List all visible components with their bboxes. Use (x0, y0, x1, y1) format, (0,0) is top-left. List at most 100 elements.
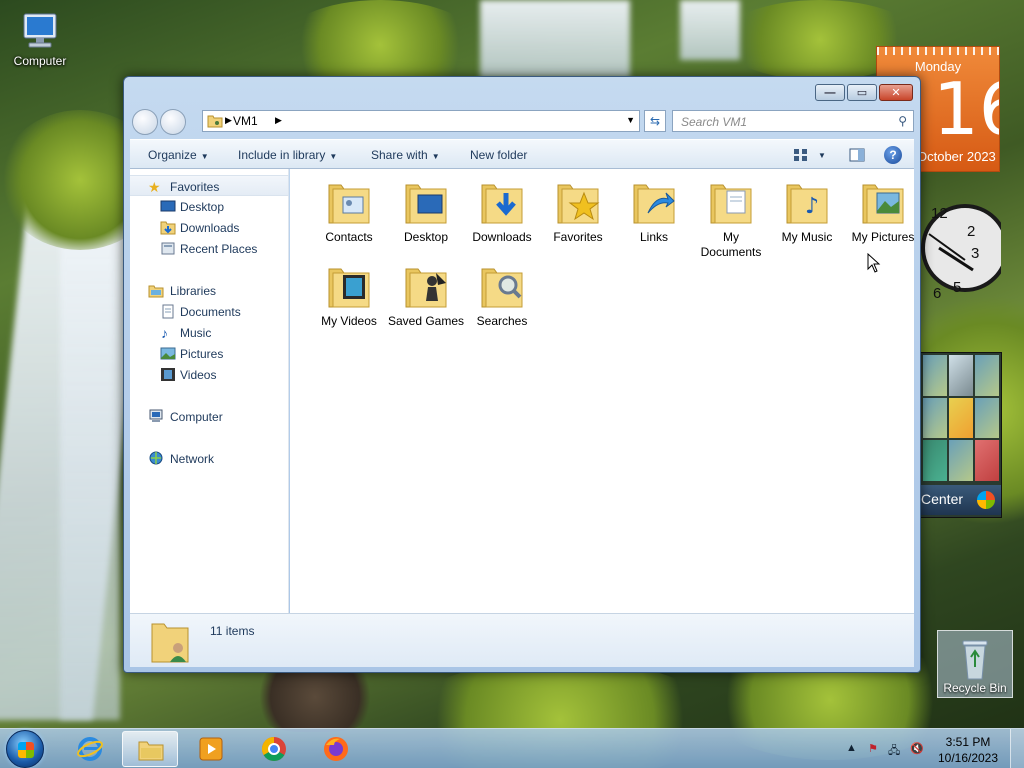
star-icon: ★ (148, 179, 161, 195)
breadcrumb-vm1[interactable]: VM1 (233, 114, 258, 128)
mouse-cursor-icon (867, 253, 881, 273)
svg-text:2: 2 (967, 223, 975, 240)
firefox-icon (324, 737, 348, 761)
nav-label: Music (180, 326, 212, 340)
network-icon (149, 451, 163, 465)
search-icon: ⚲ (898, 114, 907, 128)
pictures-folder-icon (859, 179, 907, 227)
folder-item-saved-games[interactable]: Saved Games (387, 263, 465, 329)
chevron-down-icon: ▼ (329, 152, 338, 161)
nav-item-libraries[interactable]: Libraries (130, 280, 289, 301)
media-player-icon (199, 737, 223, 761)
nav-item-videos[interactable]: Videos (130, 364, 289, 385)
taskbar-app-firefox[interactable] (308, 731, 364, 767)
organize-button[interactable]: Organize ▼ (148, 148, 209, 162)
network-status-icon[interactable]: 🖧 (888, 742, 904, 758)
minimize-button[interactable]: — (815, 84, 845, 101)
folder-label: My Videos (321, 314, 377, 328)
explorer-window[interactable]: — ▭ ✕ ▶ VM1 ▶ ▼ ⇆ Search VM1 ⚲ Organize ▼… (123, 76, 921, 673)
downloads-folder-icon (478, 179, 526, 227)
folder-label: My Pictures (851, 230, 915, 244)
close-icon: ✕ (891, 87, 901, 99)
nav-item-network[interactable]: Network (130, 448, 289, 469)
breadcrumb-separator-icon[interactable]: ▶ (225, 115, 232, 126)
help-icon[interactable]: ? (884, 146, 902, 164)
start-button[interactable] (6, 730, 44, 768)
nav-item-downloads[interactable]: Downloads (130, 217, 289, 238)
clock-date: 10/16/2023 (937, 751, 999, 765)
address-dropdown-icon[interactable]: ▼ (626, 115, 635, 125)
folder-item-searches[interactable]: Searches (463, 263, 541, 329)
media-thumbnails (923, 355, 999, 481)
view-options-icon[interactable] (792, 146, 810, 164)
libraries-icon (148, 285, 164, 298)
media-center-label: Center (921, 491, 964, 507)
taskbar-clock[interactable]: 3:51 PM 10/16/2023 (932, 734, 1004, 766)
command-bar: Organize ▼ Include in library ▼ Share with… (130, 139, 914, 169)
refresh-icon: ⇆ (649, 114, 661, 128)
share-with-label: Share with (371, 148, 428, 162)
volume-muted-icon[interactable]: 🔇 (910, 742, 926, 758)
taskbar-app-media-player[interactable] (183, 731, 239, 767)
taskbar-app-chrome[interactable] (246, 731, 302, 767)
nav-item-favorites[interactable]: ★ Favorites (130, 175, 289, 196)
favorites-folder-icon (554, 179, 602, 227)
include-in-library-button[interactable]: Include in library ▼ (238, 148, 337, 162)
breadcrumb-separator-icon[interactable]: ▶ (275, 115, 282, 126)
folder-item-my-music[interactable]: ♪ My Music (768, 179, 846, 245)
calendar-day-number: 16 (933, 67, 999, 151)
folder-item-my-pictures[interactable]: My Pictures (844, 179, 922, 245)
svg-text:6: 6 (933, 285, 941, 302)
folder-item-downloads[interactable]: Downloads (463, 179, 541, 245)
media-center-gadget[interactable]: Center (920, 352, 1002, 518)
show-desktop-button[interactable] (1010, 729, 1024, 768)
address-bar[interactable]: ▶ VM1 ▶ ▼ (202, 110, 640, 132)
nav-item-computer[interactable]: Computer (130, 406, 289, 427)
action-center-icon[interactable]: ⚑ (868, 742, 884, 758)
share-with-button[interactable]: Share with ▼ (371, 148, 440, 162)
back-button[interactable] (132, 109, 158, 135)
preview-pane-icon[interactable] (848, 146, 866, 164)
folder-item-my-videos[interactable]: My Videos (310, 263, 388, 329)
clock-time: 3:51 PM (945, 735, 991, 749)
taskbar-app-internet-explorer[interactable] (62, 731, 118, 767)
taskbar-app-windows-explorer[interactable] (122, 731, 178, 767)
close-button[interactable]: ✕ (879, 84, 913, 101)
folder-item-desktop[interactable]: Desktop (387, 179, 465, 245)
user-folder-icon (151, 623, 189, 663)
desktop-icon-computer[interactable]: Computer (2, 10, 78, 68)
links-folder-icon (630, 179, 678, 227)
minimize-icon: — (824, 86, 836, 99)
folder-item-favorites[interactable]: Favorites (539, 179, 617, 245)
search-input[interactable]: Search VM1 ⚲ (672, 110, 914, 132)
svg-text:3: 3 (971, 245, 979, 262)
desktop-icon-recycle-bin[interactable]: Recycle Bin (937, 630, 1013, 698)
refresh-button[interactable]: ⇆ (644, 110, 666, 132)
nav-item-music[interactable]: ♪ Music (130, 322, 289, 343)
nav-item-recent-places[interactable]: Recent Places (130, 238, 289, 259)
folder-label: My Music (781, 230, 833, 244)
nav-item-documents[interactable]: Documents (130, 301, 289, 322)
folder-item-contacts[interactable]: Contacts (310, 179, 388, 245)
maximize-button[interactable]: ▭ (847, 84, 877, 101)
address-row: ▶ VM1 ▶ ▼ ⇆ Search VM1 ⚲ (132, 108, 914, 135)
new-folder-button[interactable]: New folder (470, 148, 527, 162)
folder-item-my-documents[interactable]: My Documents (692, 179, 770, 260)
view-dropdown-icon[interactable]: ▼ (818, 151, 826, 160)
folder-label: Contacts (325, 230, 373, 244)
music-folder-icon: ♪ (783, 179, 831, 227)
folder-label: Searches (476, 314, 528, 328)
nav-item-desktop[interactable]: Desktop (130, 196, 289, 217)
search-placeholder: Search VM1 (681, 115, 748, 129)
desktop-icon-label: Recycle Bin (943, 681, 1007, 695)
folder-label: Desktop (403, 230, 449, 244)
include-in-library-label: Include in library (238, 148, 326, 162)
folder-item-links[interactable]: Links (615, 179, 693, 245)
folder-label: Saved Games (387, 314, 465, 328)
nav-item-pictures[interactable]: Pictures (130, 343, 289, 364)
nav-label: Computer (170, 410, 223, 424)
forward-button[interactable] (160, 109, 186, 135)
show-hidden-icons-icon[interactable]: ▲ (846, 742, 862, 758)
navigation-pane: ★ Favorites Desktop Downloads Recent Pla… (130, 169, 289, 613)
desktop-icon (160, 200, 176, 212)
